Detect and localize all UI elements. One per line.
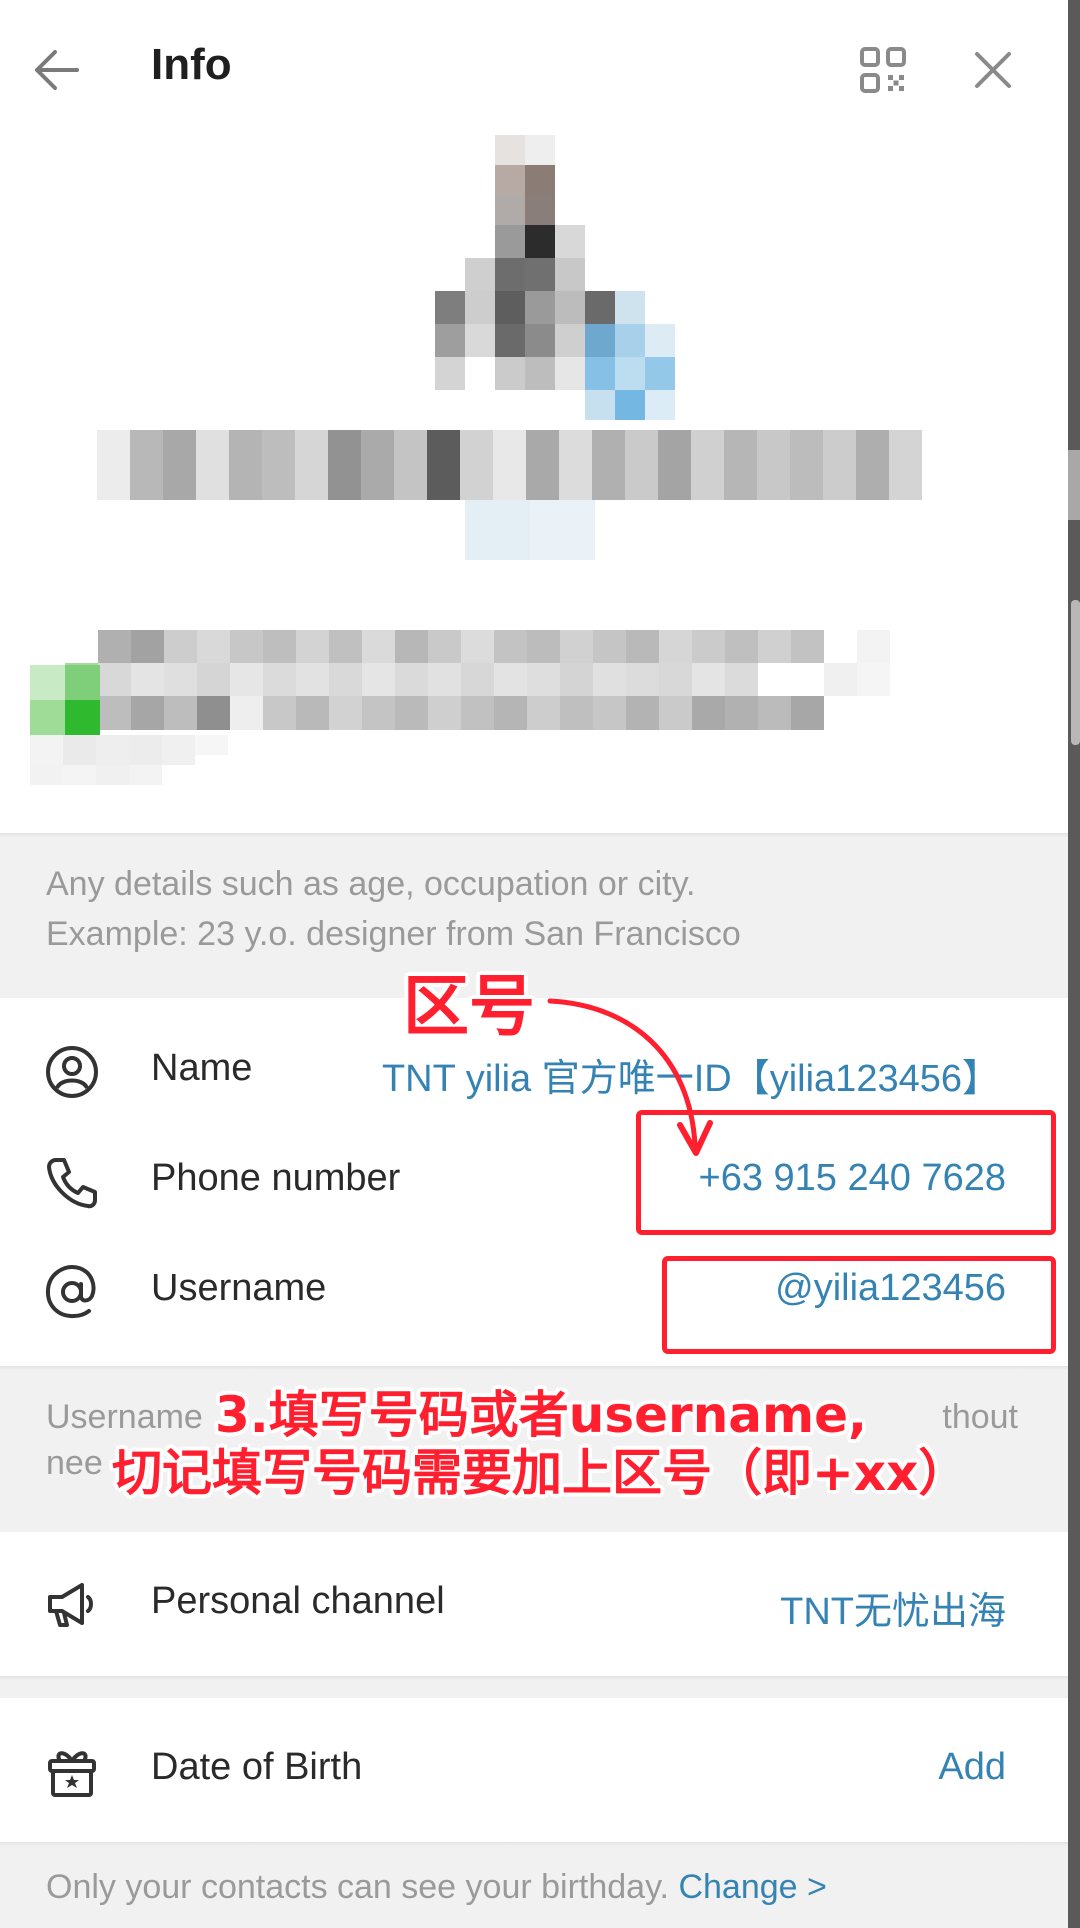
annotation-arrow-icon: [547, 998, 713, 1156]
bio-hint-line-2: Example: 23 y.o. designer from San Franc…: [46, 915, 741, 953]
page-title: Info: [151, 40, 232, 89]
personal-channel-value[interactable]: TNT无忧出海: [780, 1580, 1006, 1635]
redacted-bio-tail: [30, 665, 230, 785]
qr-code-button[interactable]: [848, 35, 918, 105]
personal-channel-label: Personal channel: [151, 1580, 445, 1622]
username-label: Username: [151, 1267, 327, 1309]
area-code-annotation: 区号: [403, 968, 535, 1045]
date-of-birth-row[interactable]: Date of Birth Add: [0, 1716, 1068, 1826]
close-button[interactable]: [958, 35, 1028, 105]
bio-hint-line-1: Any details such as age, occupation or c…: [46, 865, 696, 903]
back-button[interactable]: [20, 35, 92, 105]
user-circle-icon: [46, 1046, 98, 1098]
name-label: Name: [151, 1047, 253, 1089]
redacted-display-name: [97, 430, 930, 500]
birthday-note-text: Only your contacts can see your birthday…: [46, 1868, 670, 1906]
birthday-change-link[interactable]: Change >: [678, 1868, 826, 1906]
gift-icon: [48, 1751, 96, 1797]
arrow-left-icon: [35, 50, 79, 90]
window-edge: [1068, 0, 1080, 1928]
phone-label: Phone number: [151, 1157, 401, 1199]
personal-channel-row[interactable]: Personal channel TNT无忧出海: [0, 1550, 1068, 1660]
section-separator: [0, 1676, 1068, 1698]
username-hint-line-2: nee: [46, 1444, 103, 1482]
at-sign-icon: [45, 1265, 96, 1319]
redacted-status: [465, 500, 595, 560]
phone-icon: [47, 1158, 97, 1209]
scrollbar-thumb[interactable]: [1071, 600, 1080, 745]
header: Info: [0, 0, 1068, 140]
username-highlight-box: [662, 1256, 1056, 1354]
megaphone-icon: [48, 1583, 93, 1627]
close-icon: [975, 52, 1011, 88]
date-of-birth-add[interactable]: Add: [938, 1746, 1006, 1789]
date-of-birth-label: Date of Birth: [151, 1746, 363, 1788]
qr-code-icon: [860, 47, 906, 93]
birthday-note: Only your contacts can see your birthday…: [46, 1862, 827, 1912]
birthday-note-section: Only your contacts can see your birthday…: [0, 1842, 1068, 1928]
instruction-line-2: 切记填写号码需要加上区号（即+xx）: [112, 1444, 969, 1502]
window-edge-handle[interactable]: [1068, 450, 1080, 520]
